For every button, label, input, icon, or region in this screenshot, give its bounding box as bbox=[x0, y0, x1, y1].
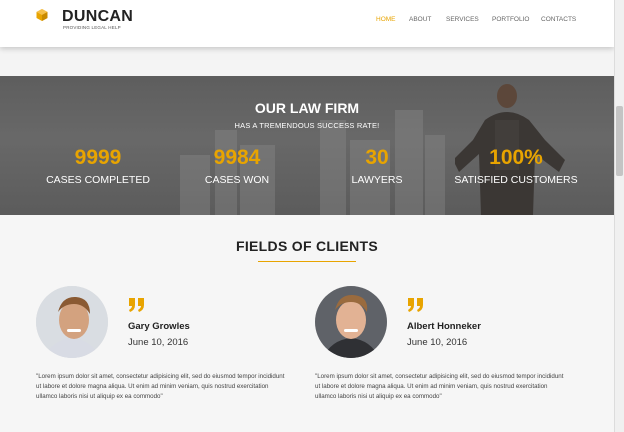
client-testimonial: "Lorem ipsum dolor sit amet, consectetur… bbox=[315, 373, 564, 400]
nav-contacts[interactable]: CONTACTS bbox=[541, 16, 576, 23]
client-date: June 10, 2016 bbox=[128, 337, 189, 348]
stat-label: LAWYERS bbox=[351, 174, 403, 186]
nav-home[interactable]: HOME bbox=[376, 16, 396, 23]
quote-icon bbox=[408, 298, 423, 312]
avatar bbox=[315, 286, 387, 358]
stat-value: 30 bbox=[365, 146, 389, 169]
nav-services[interactable]: SERVICES bbox=[446, 16, 479, 23]
site-tagline: PROVIDING LEGAL HELP bbox=[63, 25, 121, 30]
scrollbar-thumb[interactable] bbox=[616, 106, 623, 176]
client-date: June 10, 2016 bbox=[407, 337, 468, 348]
site-header: DUNCAN PROVIDING LEGAL HELP HOME ABOUT S… bbox=[0, 0, 614, 47]
site-logo-name[interactable]: DUNCAN bbox=[62, 8, 133, 26]
quote-icon bbox=[129, 298, 144, 312]
section-divider bbox=[258, 261, 356, 262]
nav-about[interactable]: ABOUT bbox=[409, 16, 431, 23]
stat-value: 9999 bbox=[74, 146, 122, 169]
stat-label: SATISFIED CUSTOMERS bbox=[454, 174, 578, 186]
stat-value: 9984 bbox=[213, 146, 261, 169]
nav-portfolio[interactable]: PORTFOLIO bbox=[492, 16, 529, 23]
client-name: Gary Growles bbox=[128, 321, 190, 332]
hexagon-cube-icon[interactable] bbox=[36, 9, 48, 21]
avatar bbox=[36, 286, 108, 358]
page-scrollbar[interactable] bbox=[614, 0, 624, 432]
section-title: FIELDS OF CLIENTS bbox=[236, 238, 378, 254]
banner-subtitle: HAS A TREMENDOUS SUCCESS RATE! bbox=[234, 121, 380, 130]
stat-label: CASES COMPLETED bbox=[46, 174, 150, 186]
stat-value: 100% bbox=[489, 146, 543, 169]
client-testimonial: "Lorem ipsum dolor sit amet, consectetur… bbox=[36, 373, 285, 400]
banner-title: OUR LAW FIRM bbox=[254, 100, 360, 116]
stat-label: CASES WON bbox=[204, 174, 270, 186]
client-name: Albert Honneker bbox=[407, 321, 481, 332]
header-spacer bbox=[0, 47, 614, 76]
